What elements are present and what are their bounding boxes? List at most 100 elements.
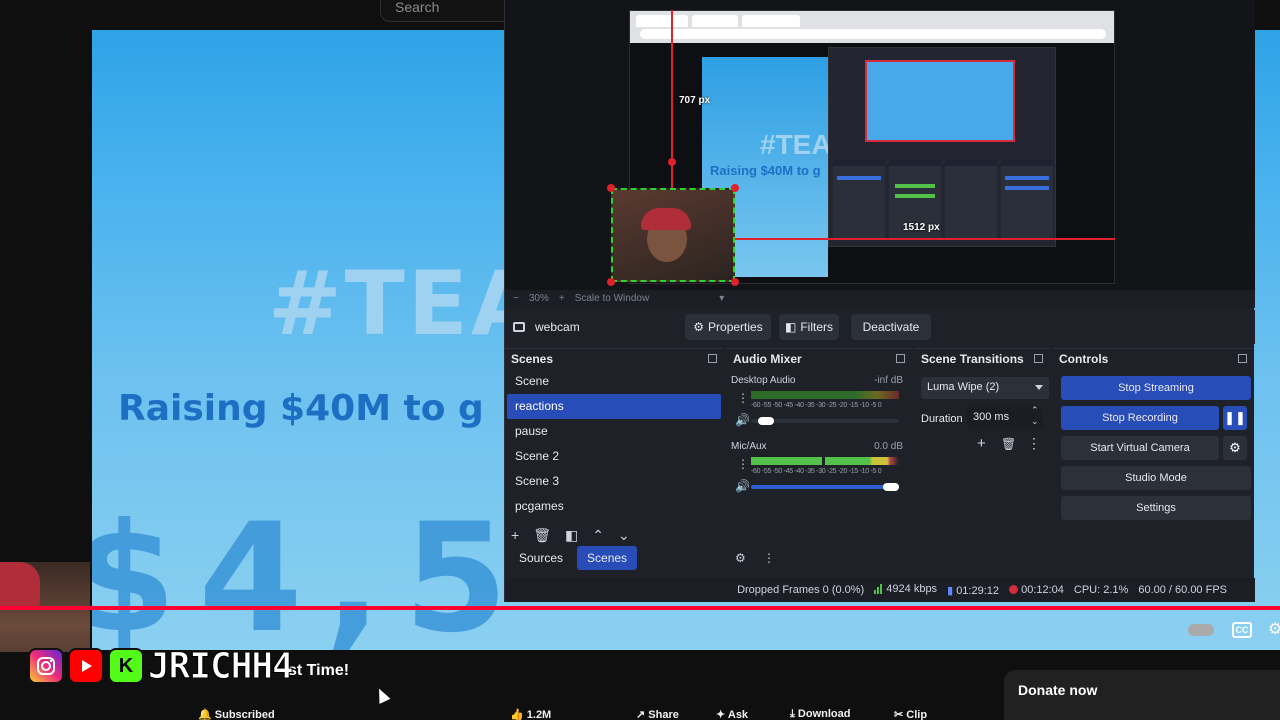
controls-dock: Controls Stop Streaming Stop Recording ❚… <box>1053 348 1253 574</box>
desktop-audio-volume-slider[interactable] <box>751 417 899 425</box>
like-button[interactable]: 👍 1.2M <box>510 708 551 720</box>
slider-knob[interactable] <box>757 417 774 425</box>
stop-recording-button[interactable]: Stop Recording <box>1061 406 1219 430</box>
add-icon[interactable]: + <box>511 527 519 544</box>
filter-icon[interactable]: ◧ <box>565 527 578 544</box>
resize-handle[interactable] <box>607 278 615 286</box>
scene-item[interactable]: Scene <box>507 369 721 394</box>
video-hashtag-text: #TEA <box>268 252 542 355</box>
preview-nested-obs <box>828 47 1056 247</box>
resize-handle[interactable] <box>731 184 739 192</box>
preview-nested-panel <box>1001 160 1053 240</box>
scene-item[interactable]: reactions <box>507 394 721 419</box>
preview-browser-bar <box>630 11 1114 43</box>
scene-item[interactable]: Scene 2 <box>507 444 721 469</box>
chevron-down-icon[interactable]: ▾ <box>719 290 724 308</box>
chevron-up-icon[interactable]: ⌃ <box>592 527 604 544</box>
undock-icon[interactable] <box>896 354 905 363</box>
start-virtual-camera-button[interactable]: Start Virtual Camera <box>1061 436 1219 460</box>
ask-button[interactable]: ✦ Ask <box>716 708 748 720</box>
record-icon <box>1009 585 1019 594</box>
mic-aux-volume-slider[interactable] <box>751 483 899 491</box>
transition-select[interactable]: Luma Wipe (2) <box>921 377 1049 399</box>
pause-icon[interactable]: ❚❚ <box>1223 406 1247 430</box>
download-button[interactable]: ⤓ Download <box>790 708 850 720</box>
donate-now-panel[interactable]: Donate now <box>1004 670 1280 720</box>
preview-nested-panel <box>833 160 885 240</box>
share-button[interactable]: ↗ Share <box>636 708 679 720</box>
selected-source-name: webcam <box>535 320 580 334</box>
duration-label: Duration <box>921 413 963 425</box>
kick-icon: K <box>108 648 144 684</box>
clip-button[interactable]: ✂ Clip <box>894 708 927 720</box>
audio-mixer-dock: Audio Mixer Desktop Audio -inf dB ⋮ -60 … <box>727 348 911 574</box>
add-icon[interactable]: + <box>977 435 986 452</box>
filters-button[interactable]: ◧ Filters <box>779 314 839 340</box>
youtube-icon <box>68 648 104 684</box>
video-progress-bar[interactable] <box>0 606 1280 610</box>
obs-preview[interactable]: #TEA Raising $40M to g 707 px 1512 px <box>505 0 1255 290</box>
preview-tab <box>692 15 738 27</box>
audio-mixer-title: Audio Mixer <box>727 349 911 369</box>
preview-raising-text: Raising $40M to g <box>710 163 821 178</box>
scenes-toolbar: + 🗑 ◧ ⌃ ⌄ <box>511 527 630 544</box>
properties-button[interactable]: ⚙ Properties <box>685 314 771 340</box>
kebab-menu-icon[interactable]: ⋮ <box>763 551 775 565</box>
settings-gear-icon[interactable]: ⚙ <box>1268 622 1280 638</box>
share-icon: ↗ <box>636 709 649 720</box>
channel-level: 0.0 dB <box>874 441 903 452</box>
preview-hashtag-text: #TEA <box>760 129 832 160</box>
scene-item[interactable]: Scene 3 <box>507 469 721 494</box>
tab-scenes[interactable]: Scenes <box>577 546 638 570</box>
preview-nested-meter <box>895 184 935 188</box>
channel-name: Mic/Aux <box>731 441 767 452</box>
gear-icon: ⚙ <box>693 320 705 334</box>
kebab-menu-icon[interactable]: ⋮ <box>1027 435 1041 452</box>
stream-time: ▮ 01:29:12 <box>947 584 1000 597</box>
bitrate-indicator: 4924 kbps <box>874 583 937 597</box>
tab-sources[interactable]: Sources <box>509 546 573 570</box>
undock-icon[interactable] <box>1034 354 1043 363</box>
scene-item[interactable]: pause <box>507 419 721 444</box>
preview-nested-video <box>865 60 1015 142</box>
kebab-menu-icon[interactable]: ⋮ <box>737 391 749 405</box>
obs-window: #TEA Raising $40M to g 707 px 1512 px − … <box>504 0 1255 602</box>
trash-icon[interactable]: 🗑 <box>533 527 551 544</box>
deactivate-button[interactable]: Deactivate <box>851 314 931 340</box>
preview-nested-selection <box>837 176 881 180</box>
signal-icon <box>874 584 883 597</box>
kebab-menu-icon[interactable]: ⋮ <box>737 457 749 471</box>
bell-icon: 🔔 <box>198 709 215 720</box>
dropped-frames: Dropped Frames 0 (0.0%) <box>737 584 865 596</box>
duration-stepper[interactable]: ⌃ ⌄ <box>1031 405 1039 427</box>
zoom-out-icon[interactable]: − <box>513 290 519 308</box>
guide-line-horizontal <box>735 238 1115 240</box>
gear-icon[interactable]: ⚙ <box>1223 436 1247 460</box>
preview-tab <box>742 15 800 27</box>
settings-button[interactable]: Settings <box>1061 496 1251 520</box>
autoplay-toggle[interactable] <box>1188 624 1214 636</box>
stop-streaming-button[interactable]: Stop Streaming <box>1061 376 1251 400</box>
slider-knob[interactable] <box>883 483 899 491</box>
mixer-settings-icon[interactable]: ⚙ <box>735 551 746 565</box>
scale-mode-select[interactable]: Scale to Window <box>575 290 649 308</box>
thumbs-up-icon: 👍 <box>510 709 527 720</box>
resize-handle[interactable] <box>607 184 615 192</box>
trash-icon[interactable]: 🗑 <box>1001 437 1016 451</box>
studio-mode-button[interactable]: Studio Mode <box>1061 466 1251 490</box>
subscribed-button[interactable]: 🔔 Subscribed <box>198 708 275 720</box>
scene-item[interactable]: pcgames <box>507 494 721 519</box>
speaker-icon[interactable]: 🔊 <box>735 479 750 493</box>
streamer-hat <box>0 562 40 608</box>
captions-icon[interactable]: CC <box>1232 622 1252 638</box>
chevron-down-icon[interactable]: ⌄ <box>618 527 630 544</box>
broadcast-icon: ▮ <box>947 584 954 597</box>
filter-icon: ◧ <box>784 320 797 334</box>
undock-icon[interactable] <box>708 354 717 363</box>
preview-nested-panel <box>945 160 997 240</box>
selected-webcam-source[interactable] <box>611 188 735 282</box>
zoom-in-icon[interactable]: + <box>559 290 565 308</box>
speaker-icon[interactable]: 🔊 <box>735 413 750 427</box>
resize-handle[interactable] <box>731 278 739 286</box>
undock-icon[interactable] <box>1238 354 1247 363</box>
